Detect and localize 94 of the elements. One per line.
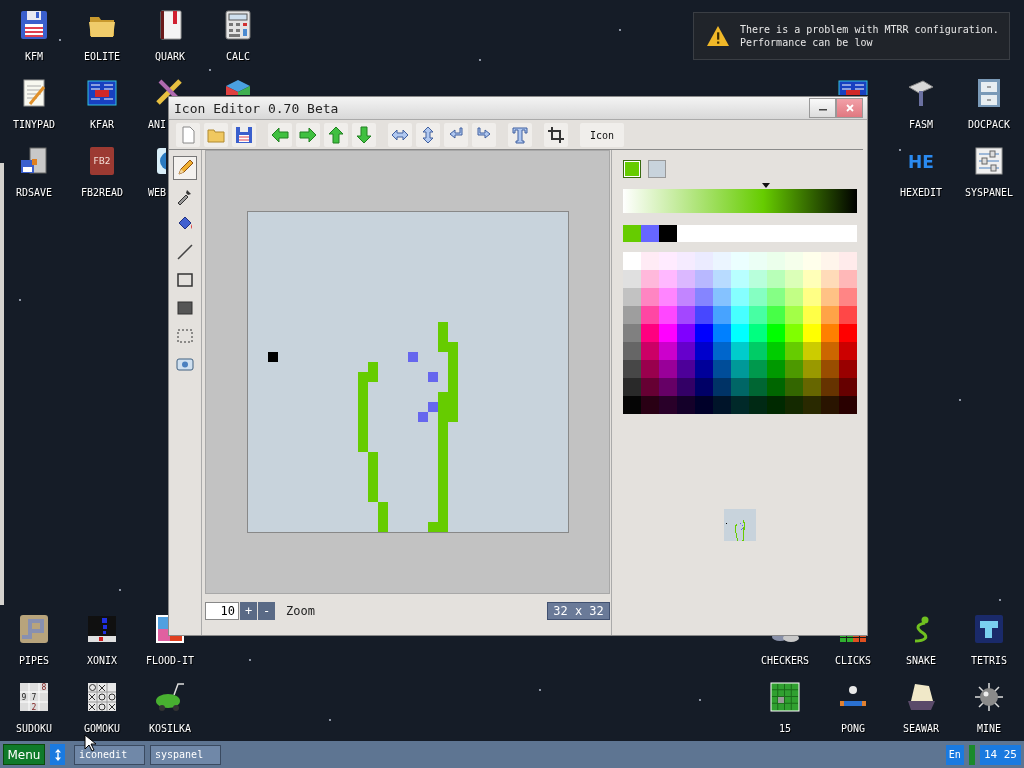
- icon-label[interactable]: PIPES: [18, 655, 50, 667]
- text-icon: [511, 126, 529, 144]
- task-button[interactable]: iconedit: [74, 744, 145, 765]
- icon-label[interactable]: SUDOKU: [15, 723, 53, 735]
- selection-icon: [176, 327, 194, 345]
- icon-label[interactable]: KFM: [24, 51, 44, 63]
- crop-icon: [547, 126, 565, 144]
- logo-icon[interactable]: HE: [905, 145, 937, 177]
- camera-icon: [176, 355, 194, 373]
- cursor-icon: [84, 734, 96, 752]
- toolbar-button[interactable]: [232, 123, 256, 147]
- icon-label[interactable]: HEXEDIT: [899, 187, 943, 199]
- icon-label[interactable]: ANI: [148, 119, 167, 131]
- icon-label[interactable]: CALC: [225, 51, 251, 63]
- icon-label[interactable]: SNAKE: [905, 655, 937, 667]
- block-icon[interactable]: [973, 613, 1005, 645]
- warning-icon: [706, 25, 730, 47]
- window-title: Icon Editor 0.70 Beta: [174, 100, 340, 116]
- icon-label[interactable]: KFAR: [89, 119, 115, 131]
- folder-icon: [207, 126, 225, 144]
- notification-text: Performance can be low: [740, 36, 874, 49]
- floppy-icon[interactable]: [18, 9, 50, 41]
- mine-icon[interactable]: [973, 681, 1005, 713]
- line-icon: [176, 243, 194, 261]
- toolbar-button[interactable]: [416, 123, 440, 147]
- zoom-field[interactable]: 10: [205, 602, 239, 620]
- icon-label[interactable]: TINYPAD: [12, 119, 56, 131]
- lawn-mower-icon[interactable]: [154, 681, 186, 713]
- icon-label[interactable]: GOMOKU: [83, 723, 121, 735]
- icon-label[interactable]: TETRIS: [970, 655, 1008, 667]
- language-button[interactable]: En: [945, 744, 964, 765]
- icon-label[interactable]: XONIX: [86, 655, 118, 667]
- size-button[interactable]: 32 x 32: [547, 602, 610, 620]
- up-down-arrow-icon: [53, 747, 62, 762]
- sliders-icon[interactable]: [973, 145, 1005, 177]
- switch-button[interactable]: [50, 744, 65, 765]
- shade-slider[interactable]: [623, 183, 857, 213]
- arrow-right-icon: [299, 126, 317, 144]
- recent-color[interactable]: [623, 225, 641, 242]
- toolbar-button[interactable]: [388, 123, 412, 147]
- notification-text: There is a problem with MTRR configuration.: [740, 23, 999, 36]
- rectangle-icon: [176, 271, 194, 289]
- pipette-icon: [176, 187, 194, 205]
- indicator-bar: [968, 744, 975, 765]
- close-icon: [844, 103, 855, 113]
- computer-icon[interactable]: [18, 145, 50, 177]
- filled-rectangle-icon: [176, 299, 194, 317]
- icon-label[interactable]: KOSILKA: [148, 723, 192, 735]
- sudoku-icon[interactable]: 8 9 7 2: [18, 681, 50, 713]
- new-file-icon: [179, 126, 197, 144]
- arrow-down-icon: [355, 126, 373, 144]
- color-swatch[interactable]: [648, 160, 666, 178]
- recent-color[interactable]: [641, 225, 659, 242]
- tool-button[interactable]: [173, 156, 197, 180]
- icon-label[interactable]: CLICKS: [834, 655, 872, 667]
- arrow-up-icon: [327, 126, 345, 144]
- floppy-icon: [235, 126, 253, 144]
- slider-marker[interactable]: [761, 183, 770, 188]
- icon-label[interactable]: 15: [778, 723, 791, 735]
- arrow-left-icon: [271, 126, 289, 144]
- clock: 14 25: [979, 744, 1021, 765]
- toolbar-button[interactable]: [544, 123, 568, 147]
- icon-label[interactable]: SEAWAR: [902, 723, 940, 735]
- ship-icon[interactable]: [905, 681, 937, 713]
- icon-label[interactable]: EOLITE: [83, 51, 121, 63]
- icon-label[interactable]: DOCPACK: [967, 119, 1011, 131]
- icon-label[interactable]: FASM: [908, 119, 934, 131]
- zoom-out-button[interactable]: -: [258, 602, 275, 620]
- recent-color[interactable]: [659, 225, 677, 242]
- pencil-icon: [176, 159, 194, 177]
- pipe-icon[interactable]: [18, 613, 50, 645]
- icon-label[interactable]: CHECKERS: [760, 655, 810, 667]
- icon-label[interactable]: FB2READ: [80, 187, 124, 199]
- zoom-label: Zoom: [286, 604, 316, 618]
- game-board-icon[interactable]: [86, 613, 118, 645]
- icon-label[interactable]: MINE: [976, 723, 1002, 735]
- color-palette[interactable]: [623, 252, 857, 414]
- menu-button[interactable]: Menu: [3, 744, 45, 765]
- panels-icon[interactable]: [837, 77, 869, 95]
- zoom-in-button[interactable]: +: [240, 602, 257, 620]
- icon-label[interactable]: WEB: [148, 187, 167, 199]
- calculator-icon[interactable]: [222, 9, 254, 41]
- color-swatch[interactable]: [623, 160, 641, 178]
- task-button[interactable]: syspanel: [150, 744, 221, 765]
- tile-grid-icon[interactable]: [769, 681, 801, 713]
- icon-label[interactable]: QUARK: [154, 51, 186, 63]
- icon-mode-button[interactable]: Icon: [580, 123, 624, 147]
- icon-label[interactable]: SYSPANEL: [964, 187, 1014, 199]
- icon-label[interactable]: FLOOD-IT: [145, 655, 195, 667]
- icon-label[interactable]: PONG: [840, 723, 866, 735]
- icon-preview: [724, 509, 756, 541]
- tic-tac-toe-icon[interactable]: [86, 681, 118, 713]
- icon-label[interactable]: RDSAVE: [15, 187, 53, 199]
- panels-icon[interactable]: [86, 77, 118, 109]
